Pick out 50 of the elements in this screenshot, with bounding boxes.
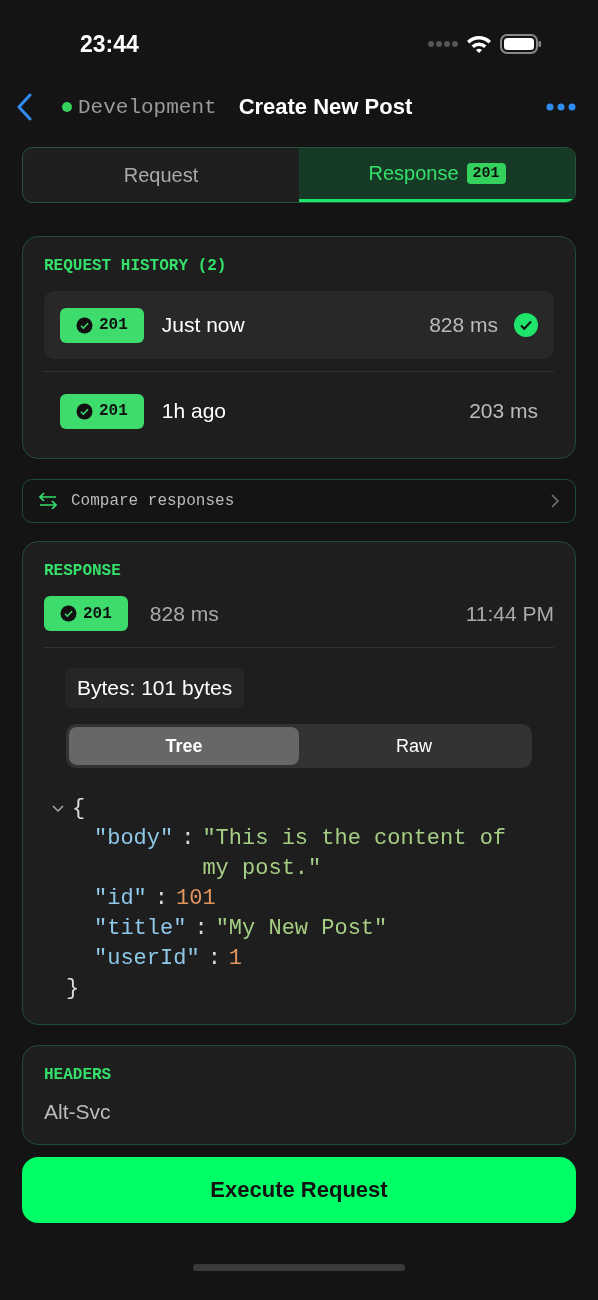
status-time: 23:44 bbox=[80, 30, 139, 58]
json-colon: : bbox=[207, 945, 221, 973]
history-time: Just now bbox=[161, 313, 245, 337]
swap-arrows-icon bbox=[39, 492, 57, 510]
json-brace: { bbox=[72, 795, 86, 823]
json-key: "body" bbox=[94, 824, 174, 854]
status-badge: 201 bbox=[44, 596, 128, 631]
history-row[interactable]: 201 Just now 828 ms bbox=[44, 291, 554, 359]
execute-button[interactable]: Execute Request bbox=[22, 1157, 576, 1223]
section-heading: RESPONSE bbox=[44, 562, 122, 580]
json-colon: : bbox=[181, 825, 195, 853]
checkmark-icon bbox=[514, 313, 538, 337]
chevron-right-icon bbox=[551, 494, 559, 508]
compare-button[interactable]: Compare responses bbox=[22, 479, 576, 523]
section-heading: REQUEST HISTORY (2) bbox=[44, 257, 228, 275]
json-colon: : bbox=[154, 885, 168, 913]
more-button[interactable] bbox=[546, 103, 576, 111]
view-option[interactable]: Tree bbox=[69, 727, 299, 765]
json-value: "This is the content of my post." bbox=[202, 825, 508, 883]
json-value: 101 bbox=[176, 885, 216, 913]
response-time: 11:44 PM bbox=[465, 601, 554, 626]
history-row[interactable]: 201 1h ago 203 ms bbox=[44, 371, 554, 450]
json-value: 1 bbox=[228, 945, 243, 973]
status-badge: 201 bbox=[60, 393, 144, 429]
json-key: "userId" bbox=[94, 944, 200, 974]
json-key: "id" bbox=[94, 884, 147, 914]
duration: 828 ms bbox=[429, 313, 498, 337]
collapse-chevron-icon[interactable] bbox=[52, 805, 64, 813]
duration: 203 ms bbox=[469, 399, 538, 423]
signal-icon bbox=[428, 40, 458, 48]
header-name: Alt-Svc bbox=[44, 1100, 112, 1124]
back-button[interactable] bbox=[16, 93, 32, 121]
history-time: 1h ago bbox=[161, 399, 227, 423]
compare-label: Compare responses bbox=[71, 492, 235, 510]
size-chip: Bytes: 101 bytes bbox=[65, 668, 245, 708]
battery-icon bbox=[500, 34, 542, 54]
json-value: "My New Post" bbox=[215, 915, 388, 943]
view-option[interactable]: Raw bbox=[299, 727, 529, 765]
environment-label: Development bbox=[78, 95, 217, 119]
status-dot bbox=[62, 102, 72, 112]
json-brace: } bbox=[66, 975, 81, 1003]
section-heading: HEADERS bbox=[44, 1066, 113, 1084]
screen-title: Create New Post bbox=[238, 94, 413, 120]
duration: 828 ms bbox=[149, 601, 219, 626]
json-colon: : bbox=[194, 915, 208, 943]
json-key: "title" bbox=[94, 914, 187, 944]
wifi-icon bbox=[466, 34, 492, 54]
tab[interactable]: Response 201 bbox=[299, 148, 575, 202]
status-badge: 201 bbox=[60, 307, 144, 343]
tab[interactable]: Request bbox=[23, 148, 299, 202]
